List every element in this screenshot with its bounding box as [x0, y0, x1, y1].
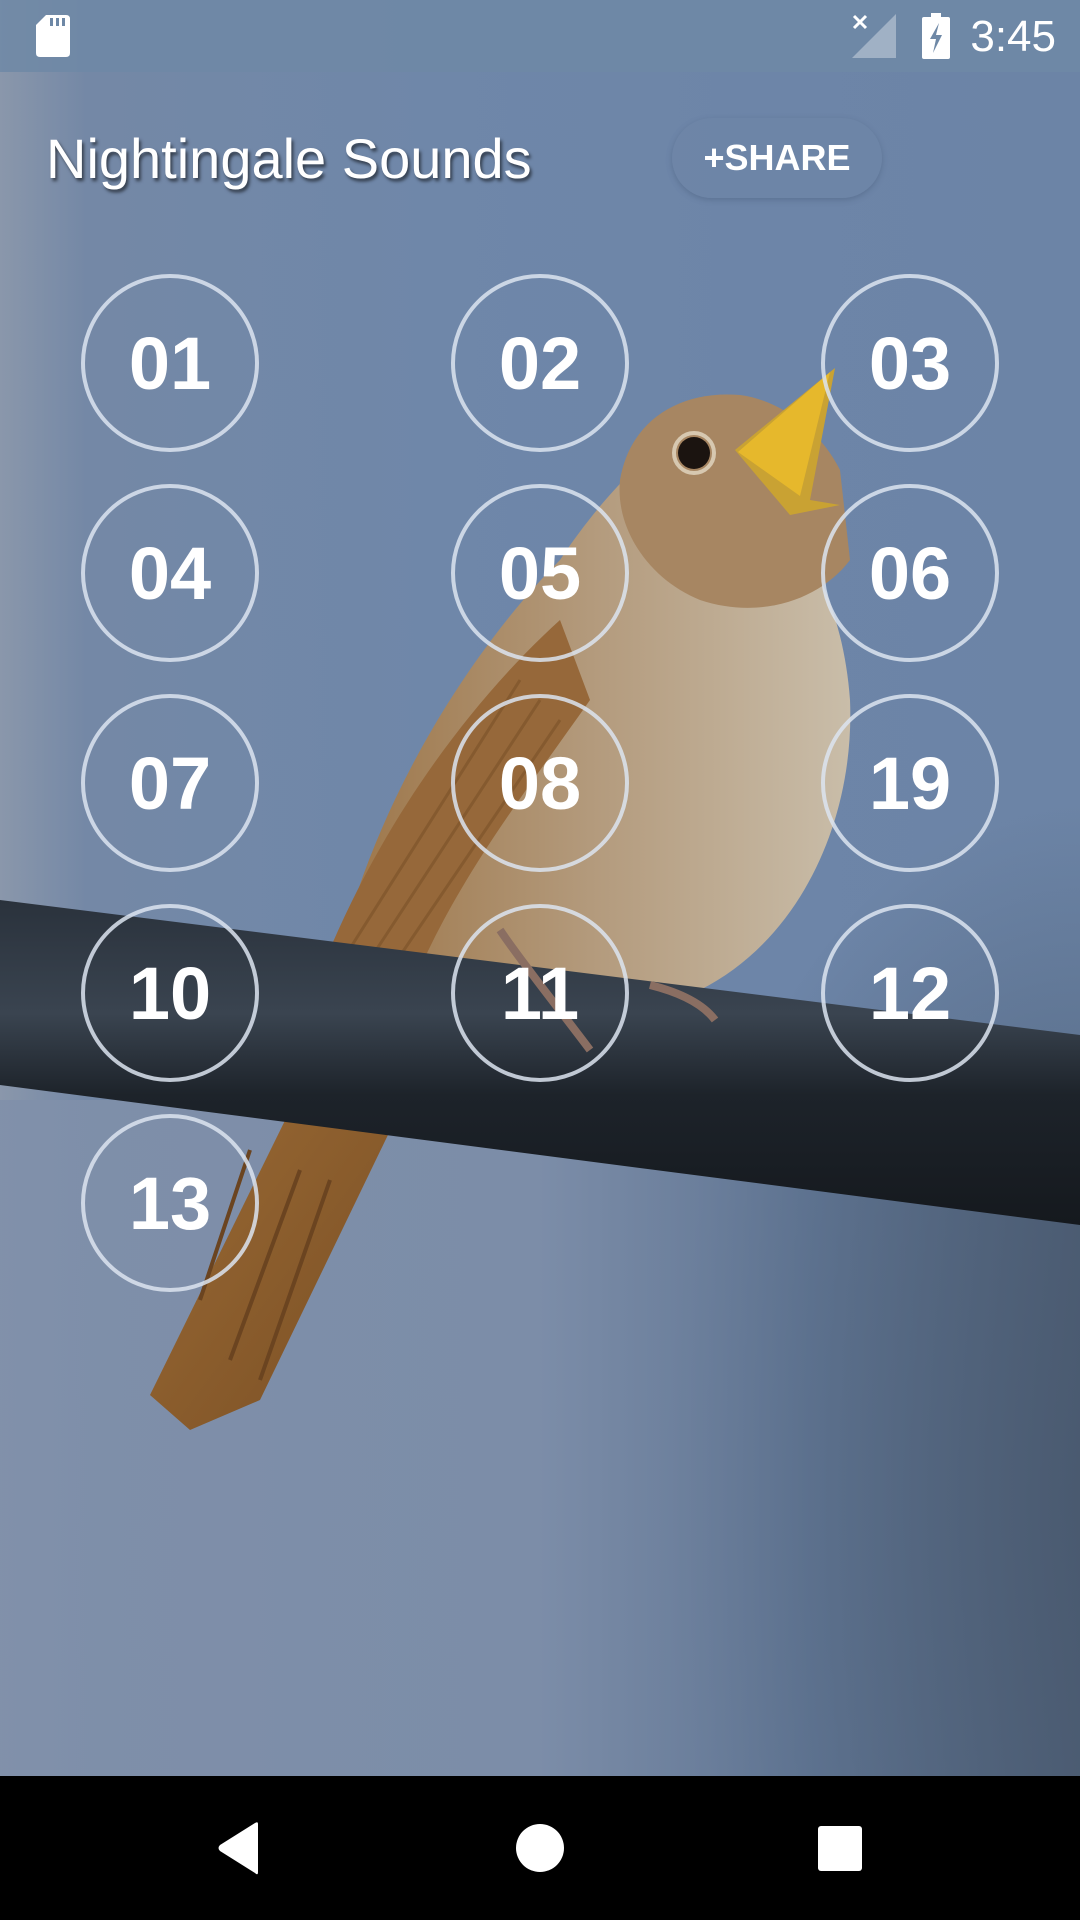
sound-button-12[interactable]: 12	[821, 904, 999, 1082]
home-icon[interactable]	[510, 1818, 570, 1878]
sound-button-05[interactable]: 05	[451, 484, 629, 662]
sound-button-03[interactable]: 03	[821, 274, 999, 452]
sound-button-04[interactable]: 04	[81, 484, 259, 662]
sound-grid: 01 02 03 04 05 06 07 08 19 10 11 12 13	[0, 0, 1080, 1776]
back-icon[interactable]	[210, 1818, 270, 1878]
sound-button-08[interactable]: 08	[451, 694, 629, 872]
sound-button-07[interactable]: 07	[81, 694, 259, 872]
sound-button-06[interactable]: 06	[821, 484, 999, 662]
sound-button-13[interactable]: 13	[81, 1114, 259, 1292]
recents-icon[interactable]	[810, 1818, 870, 1878]
sound-button-01[interactable]: 01	[81, 274, 259, 452]
sound-button-19[interactable]: 19	[821, 694, 999, 872]
sound-button-02[interactable]: 02	[451, 274, 629, 452]
sound-button-10[interactable]: 10	[81, 904, 259, 1082]
navigation-bar	[0, 1776, 1080, 1920]
sound-button-11[interactable]: 11	[451, 904, 629, 1082]
app-screen: 3:45 Nightingale Sounds +SHARE 01 02 03 …	[0, 0, 1080, 1776]
